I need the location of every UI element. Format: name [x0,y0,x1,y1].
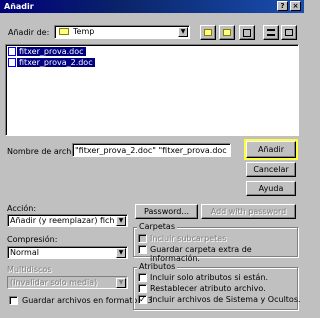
reset-archive-label: Restablecer atributo archivo. [150,284,266,293]
save-83-checkbox[interactable] [9,296,18,305]
file-item[interactable]: fitxer_prova_2.doc [8,58,95,68]
folders-group-title: Carpetas [137,222,177,231]
add-button[interactable]: Añadir [244,139,298,160]
filename-input[interactable]: "fitxer_prova_2.doc" "fitxer_prova.doc" [72,143,231,157]
file-list[interactable]: fitxer_prova.doc fitxer_prova_2.doc [5,44,299,136]
chevron-down-icon[interactable]: ▼ [178,27,188,37]
compression-value: Normal [10,248,39,257]
chevron-down-icon[interactable]: ▼ [116,216,126,226]
desktop-icon [243,29,251,37]
document-icon [8,58,16,67]
filename-value: "fitxer_prova_2.doc" "fitxer_prova.doc" [75,146,227,155]
cancel-button[interactable]: Cancelar [246,162,296,177]
desktop-button[interactable] [239,25,255,40]
chevron-down-icon: ▼ [116,278,126,288]
multidisk-value: (Invalidar solo media) [10,278,98,287]
action-value: Añadir (y reemplazar) ficheros [10,216,114,225]
compression-dropdown[interactable]: Normal ▼ [7,246,128,259]
window-titlebar[interactable]: Añadir [0,0,304,13]
action-dropdown[interactable]: Añadir (y reemplazar) ficheros ▼ [7,214,128,227]
help-title-button[interactable]: ? [277,1,288,11]
look-in-label: Añadir de: [8,28,50,37]
list-view-button[interactable] [263,25,279,40]
window-title: Añadir [4,2,34,11]
include-subfolders-label: Incluir subcarpetas [150,234,227,243]
compression-label: Compresión: [7,235,58,244]
include-subfolders-checkbox [138,234,147,243]
only-if-set-label: Incluir solo atributos si están. [150,273,269,282]
file-item[interactable]: fitxer_prova.doc [8,47,86,57]
look-in-value: Temp [73,27,95,36]
include-system-hidden-checkbox[interactable]: ✓ [138,295,147,304]
file-name: fitxer_prova.doc [17,47,86,56]
save-extra-folder-label: Guardar carpeta extra de información. [150,245,252,263]
list-view-icon [267,29,275,36]
multidisk-label: Multidiscos [7,265,52,274]
details-view-icon [285,29,293,36]
folder-icon [59,28,69,35]
document-icon [8,47,16,56]
reset-archive-checkbox[interactable] [138,284,147,293]
details-view-button[interactable] [281,25,297,40]
new-folder-button[interactable] [219,25,235,40]
add-with-password-button: Add with password [201,204,296,219]
password-button[interactable]: Password... [135,204,198,219]
include-system-hidden-label: Incluir archivos de Sistema y Ocultos. [150,295,301,304]
look-in-dropdown[interactable]: Temp ▼ [54,25,190,39]
attributes-group-title: Atributos [137,262,178,271]
up-folder-button[interactable] [200,25,216,40]
help-button[interactable]: Ayuda [246,181,296,196]
chevron-down-icon[interactable]: ▼ [116,248,126,258]
only-if-set-checkbox[interactable] [138,273,147,282]
multidisk-dropdown: (Invalidar solo media) ▼ [7,276,128,289]
up-folder-icon [204,29,212,36]
close-title-button[interactable]: × [290,1,301,11]
file-name: fitxer_prova_2.doc [17,58,95,67]
new-folder-icon [223,29,231,36]
save-extra-folder-checkbox[interactable] [138,245,147,254]
action-label: Acción: [7,204,37,213]
